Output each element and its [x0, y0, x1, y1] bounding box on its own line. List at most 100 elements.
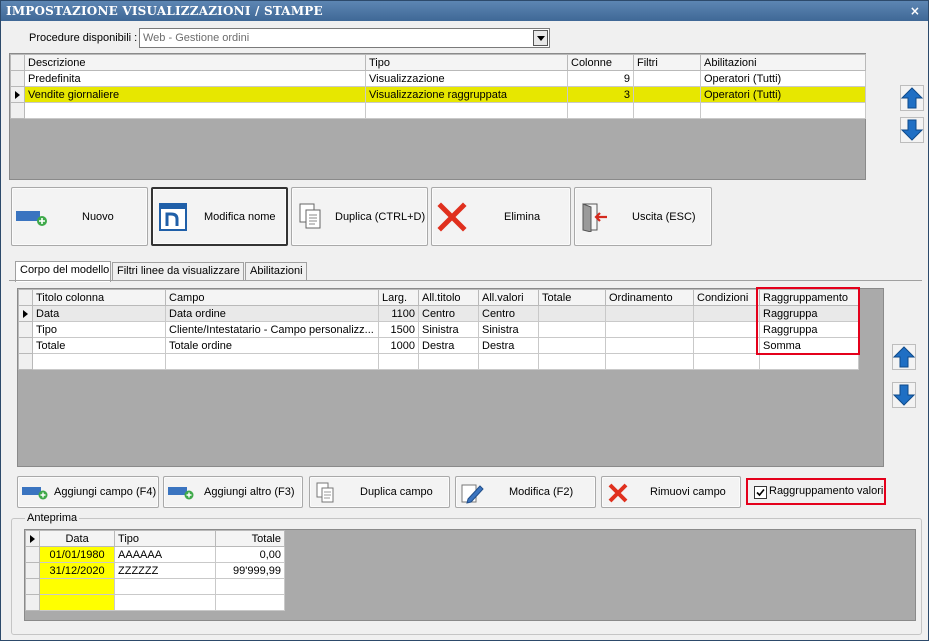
- table-row[interactable]: Vendite giornaliere Visualizzazione ragg…: [10, 86, 866, 103]
- checkbox-checked-icon[interactable]: [754, 486, 767, 499]
- column-header[interactable]: Totale: [538, 289, 606, 306]
- table-cell[interactable]: [693, 321, 760, 338]
- table-cell[interactable]: [759, 353, 859, 370]
- table-cell[interactable]: Cliente/Intestatario - Campo personalizz…: [165, 321, 379, 338]
- table-cell[interactable]: Data ordine: [165, 305, 379, 322]
- column-header[interactable]: All.titolo: [418, 289, 479, 306]
- duplicate-field-button[interactable]: Duplica campo: [309, 476, 450, 508]
- table-cell[interactable]: Visualizzazione raggruppata: [365, 86, 568, 103]
- table-cell[interactable]: Tipo: [32, 321, 166, 338]
- column-header: Tipo: [114, 530, 217, 547]
- table-cell[interactable]: Vendite giornaliere: [24, 86, 366, 103]
- column-header[interactable]: Filtri: [633, 54, 701, 71]
- tab-permissions[interactable]: Abilitazioni: [245, 262, 307, 281]
- table-cell[interactable]: [478, 353, 539, 370]
- table-cell[interactable]: 1500: [378, 321, 419, 338]
- add-other-button[interactable]: Aggiungi altro (F3): [163, 476, 303, 508]
- tab-model-body[interactable]: Corpo del modello: [15, 261, 111, 282]
- remove-field-button[interactable]: Rimuovi campo: [601, 476, 741, 508]
- tab-line-filters[interactable]: Filtri linee da visualizzare: [112, 262, 244, 281]
- new-button[interactable]: Nuovo: [11, 187, 148, 246]
- rename-icon: [159, 203, 187, 231]
- table-cell[interactable]: Destra: [478, 337, 539, 354]
- move-up-icon[interactable]: [900, 85, 924, 111]
- table-cell[interactable]: [538, 305, 606, 322]
- rename-button[interactable]: Modifica nome: [151, 187, 288, 246]
- column-header[interactable]: Abilitazioni: [700, 54, 866, 71]
- table-cell[interactable]: Operatori (Tutti): [700, 86, 866, 103]
- table-cell[interactable]: [538, 353, 606, 370]
- table-cell[interactable]: Visualizzazione: [365, 70, 568, 87]
- chevron-down-icon[interactable]: [533, 30, 548, 46]
- fields-grid: Titolo colonna Campo Larg. All.titolo Al…: [17, 288, 884, 467]
- table-cell[interactable]: [538, 321, 606, 338]
- table-row[interactable]: Predefinita Visualizzazione 9 Operatori …: [10, 70, 866, 87]
- duplicate-button[interactable]: Duplica (CTRL+D): [291, 187, 428, 246]
- table-row-new[interactable]: [18, 353, 859, 370]
- table-cell[interactable]: Totale ordine: [165, 337, 379, 354]
- current-row-icon: [23, 310, 28, 318]
- row-indicator: [10, 86, 25, 103]
- column-header[interactable]: Larg.: [378, 289, 419, 306]
- table-cell[interactable]: [693, 337, 760, 354]
- grouping-checkbox[interactable]: Raggruppamento valori: [746, 478, 886, 505]
- field-move-down-icon[interactable]: [892, 382, 916, 408]
- column-header[interactable]: Condizioni: [693, 289, 760, 306]
- column-header[interactable]: Tipo: [365, 54, 568, 71]
- table-cell[interactable]: Centro: [418, 305, 479, 322]
- table-cell[interactable]: [605, 353, 694, 370]
- table-cell[interactable]: [605, 321, 694, 338]
- add-other-label: Aggiungi altro (F3): [204, 486, 295, 498]
- table-cell[interactable]: [165, 353, 379, 370]
- table-cell[interactable]: [693, 353, 760, 370]
- table-cell[interactable]: [700, 102, 866, 119]
- delete-button[interactable]: Elimina: [431, 187, 571, 246]
- column-header[interactable]: Ordinamento: [605, 289, 694, 306]
- table-cell[interactable]: 1100: [378, 305, 419, 322]
- table-cell[interactable]: [538, 337, 606, 354]
- table-cell[interactable]: Totale: [32, 337, 166, 354]
- column-header[interactable]: Colonne: [567, 54, 634, 71]
- table-cell[interactable]: [633, 86, 701, 103]
- row-indicator-header: [10, 54, 25, 71]
- table-row[interactable]: Data Data ordine 1100 Centro Centro Ragg…: [18, 305, 859, 322]
- exit-button-label: Uscita (ESC): [632, 210, 696, 223]
- table-cell[interactable]: Centro: [478, 305, 539, 322]
- row-indicator: [18, 353, 33, 370]
- table-cell[interactable]: [633, 102, 701, 119]
- table-cell[interactable]: [24, 102, 366, 119]
- column-header[interactable]: Titolo colonna: [32, 289, 166, 306]
- table-cell[interactable]: [693, 305, 760, 322]
- column-header[interactable]: Descrizione: [24, 54, 366, 71]
- exit-button[interactable]: Uscita (ESC): [574, 187, 712, 246]
- table-cell[interactable]: 9: [567, 70, 634, 87]
- table-cell[interactable]: [378, 353, 419, 370]
- table-cell[interactable]: Operatori (Tutti): [700, 70, 866, 87]
- table-cell[interactable]: [418, 353, 479, 370]
- table-cell[interactable]: [567, 102, 634, 119]
- table-cell[interactable]: Destra: [418, 337, 479, 354]
- table-cell[interactable]: Sinistra: [418, 321, 479, 338]
- table-cell[interactable]: Data: [32, 305, 166, 322]
- table-cell[interactable]: [605, 337, 694, 354]
- table-cell[interactable]: 1000: [378, 337, 419, 354]
- table-cell[interactable]: 3: [567, 86, 634, 103]
- table-cell[interactable]: Predefinita: [24, 70, 366, 87]
- table-cell: [114, 594, 217, 611]
- table-cell[interactable]: Sinistra: [478, 321, 539, 338]
- close-icon[interactable]: ×: [908, 1, 922, 21]
- table-cell[interactable]: [32, 353, 166, 370]
- table-cell[interactable]: [605, 305, 694, 322]
- column-header[interactable]: Campo: [165, 289, 379, 306]
- add-field-button[interactable]: Aggiungi campo (F4): [17, 476, 159, 508]
- edit-field-button[interactable]: Modifica (F2): [455, 476, 596, 508]
- table-row-new[interactable]: [10, 102, 866, 119]
- procedure-select[interactable]: Web - Gestione ordini: [139, 28, 550, 48]
- table-row[interactable]: Totale Totale ordine 1000 Destra Destra …: [18, 337, 859, 354]
- column-header[interactable]: All.valori: [478, 289, 539, 306]
- table-cell[interactable]: [365, 102, 568, 119]
- move-down-icon[interactable]: [900, 117, 924, 143]
- table-row[interactable]: Tipo Cliente/Intestatario - Campo person…: [18, 321, 859, 338]
- field-move-up-icon[interactable]: [892, 344, 916, 370]
- table-cell[interactable]: [633, 70, 701, 87]
